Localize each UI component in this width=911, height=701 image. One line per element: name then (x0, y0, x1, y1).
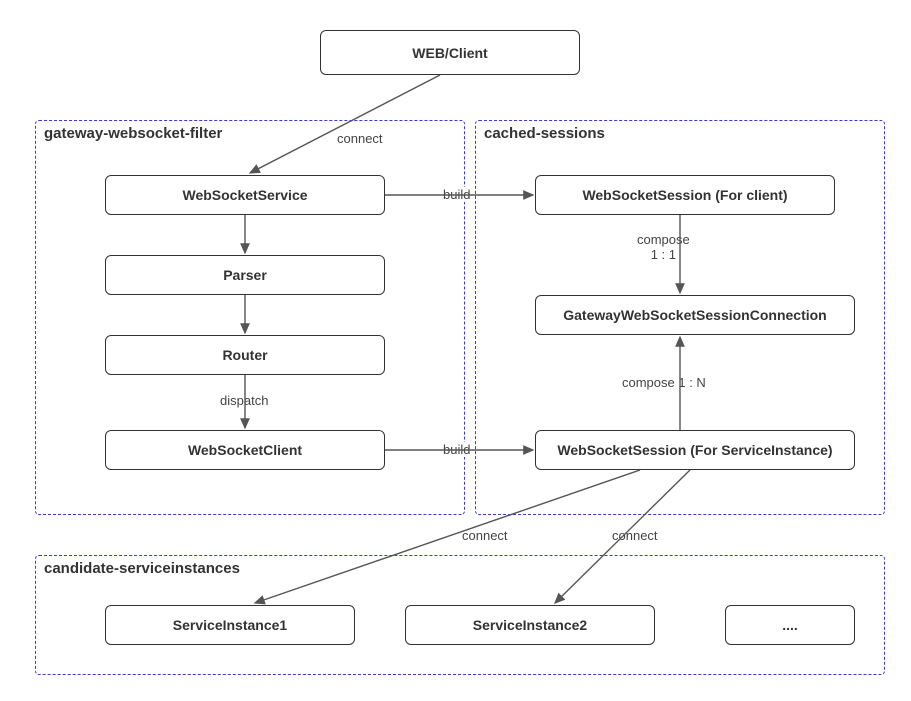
label-si-more: .... (782, 617, 798, 633)
label-parser: Parser (223, 267, 267, 283)
label-web-client: WEB/Client (412, 45, 487, 61)
edge-label-connect-left: connect (460, 528, 510, 543)
label-gw-session-conn: GatewayWebSocketSessionConnection (563, 307, 826, 323)
node-web-client: WEB/Client (320, 30, 580, 75)
label-si1: ServiceInstance1 (173, 617, 287, 633)
group-label-candidates: candidate-serviceinstances (44, 560, 240, 577)
node-service-instance-more: .... (725, 605, 855, 645)
group-label-cached: cached-sessions (484, 125, 605, 142)
node-ws-session-client: WebSocketSession (For client) (535, 175, 835, 215)
label-ws-session-si: WebSocketSession (For ServiceInstance) (557, 442, 832, 458)
label-si2: ServiceInstance2 (473, 617, 587, 633)
edge-label-compose-11: compose1 : 1 (635, 233, 692, 263)
label-websocket-client: WebSocketClient (188, 442, 302, 458)
edge-label-build-1: build (441, 187, 472, 202)
node-websocket-service: WebSocketService (105, 175, 385, 215)
edge-label-connect-right: connect (610, 528, 660, 543)
node-websocket-client: WebSocketClient (105, 430, 385, 470)
node-ws-session-si: WebSocketSession (For ServiceInstance) (535, 430, 855, 470)
edge-label-dispatch: dispatch (218, 393, 270, 408)
edge-label-build-2: build (441, 442, 472, 457)
node-parser: Parser (105, 255, 385, 295)
node-router: Router (105, 335, 385, 375)
edge-label-connect-top: connect (335, 131, 385, 146)
group-label-gateway: gateway-websocket-filter (44, 125, 222, 142)
label-router: Router (222, 347, 267, 363)
label-ws-session-client: WebSocketSession (For client) (582, 187, 787, 203)
label-websocket-service: WebSocketService (182, 187, 307, 203)
node-service-instance-2: ServiceInstance2 (405, 605, 655, 645)
node-service-instance-1: ServiceInstance1 (105, 605, 355, 645)
node-gw-session-conn: GatewayWebSocketSessionConnection (535, 295, 855, 335)
edge-label-compose-1n: compose 1 : N (620, 375, 708, 390)
